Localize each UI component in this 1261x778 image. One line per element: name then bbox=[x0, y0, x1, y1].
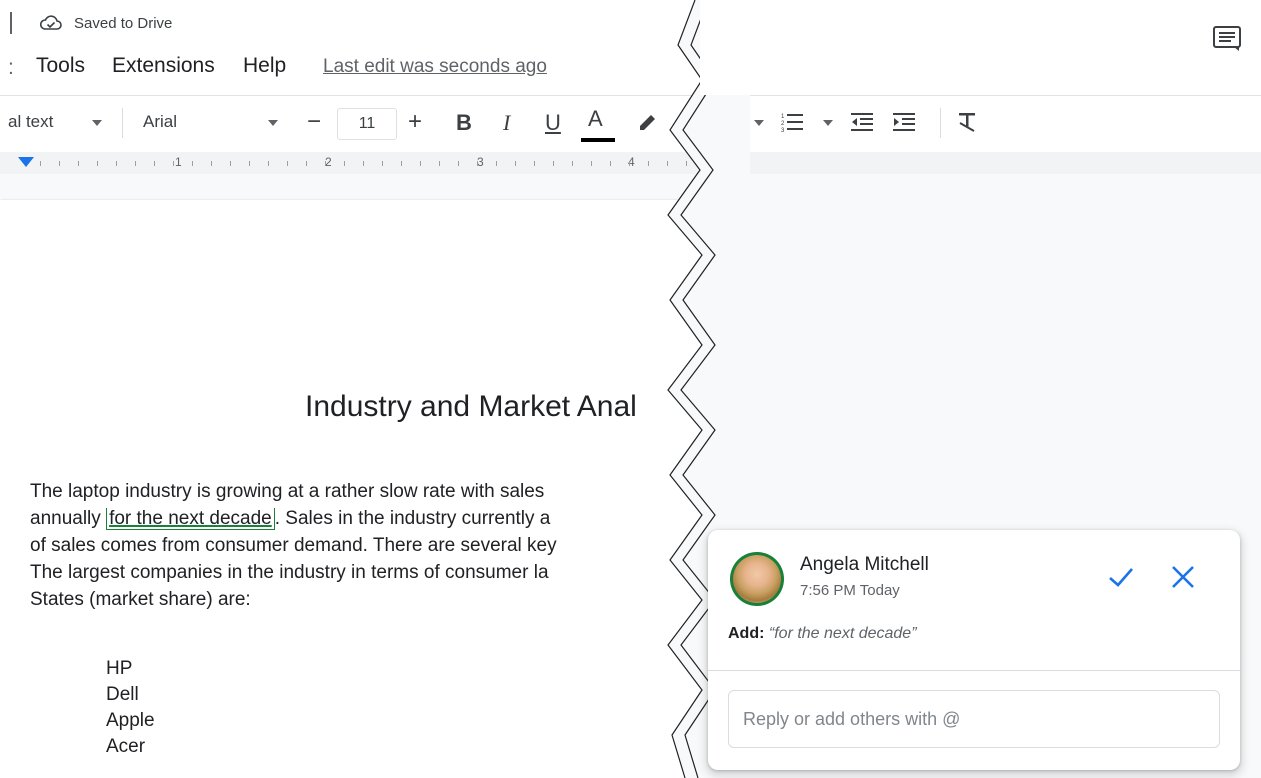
menubar: : Tools Extensions Help Last edit was se… bbox=[0, 48, 700, 88]
cloud-saved-icon[interactable] bbox=[40, 15, 62, 31]
suggestion-action-label: Add: bbox=[728, 625, 765, 642]
ruler-tick bbox=[154, 161, 155, 166]
text-color-swatch bbox=[581, 138, 615, 142]
ruler-tick bbox=[287, 161, 288, 166]
text-color-button[interactable]: A bbox=[588, 106, 603, 132]
ruler-tick bbox=[173, 161, 174, 166]
svg-text:1: 1 bbox=[781, 114, 785, 120]
chevron-down-icon[interactable] bbox=[754, 120, 764, 126]
ruler-tick bbox=[610, 161, 611, 166]
list-item: Apple bbox=[106, 710, 155, 731]
ruler[interactable]: 1 2 3 4 bbox=[0, 152, 1261, 174]
ruler-tick bbox=[116, 161, 117, 166]
ruler-tick bbox=[572, 161, 573, 166]
ruler-tick bbox=[458, 161, 459, 166]
ruler-number: 1 bbox=[175, 155, 182, 169]
ruler-number: 2 bbox=[325, 155, 332, 169]
company-list: HP Dell Apple Acer bbox=[106, 656, 155, 760]
suggestion-description: Add: “for the next decade” bbox=[728, 625, 917, 643]
toolbar-divider bbox=[122, 108, 123, 138]
ruler-tick bbox=[553, 161, 554, 166]
ruler-number: 3 bbox=[477, 155, 484, 169]
ruler-tick bbox=[591, 161, 592, 166]
ruler-tick bbox=[59, 161, 60, 166]
ruler-tick bbox=[496, 161, 497, 166]
formatting-toolbar: al text Arial − 11 + B I U A 1 2 3 bbox=[0, 95, 1261, 151]
paragraph-style-dropdown[interactable]: al text bbox=[8, 112, 53, 132]
ruler-tick bbox=[40, 161, 41, 166]
suggestion-text: “for the next decade” bbox=[768, 625, 917, 642]
ruler-tick bbox=[135, 161, 136, 166]
ruler-tick bbox=[192, 161, 193, 166]
clear-formatting-icon[interactable] bbox=[957, 111, 979, 133]
titlebar: Saved to Drive bbox=[0, 0, 700, 44]
list-item: HP bbox=[106, 658, 133, 679]
last-edit-link[interactable]: Last edit was seconds ago bbox=[323, 56, 547, 78]
paragraph-line: annually for the next decade. Sales in t… bbox=[30, 508, 551, 530]
chevron-down-icon[interactable] bbox=[92, 120, 102, 126]
card-divider bbox=[708, 670, 1240, 671]
chevron-down-icon[interactable] bbox=[268, 120, 278, 126]
comment-author: Angela Mitchell bbox=[800, 554, 929, 575]
ruler-tick bbox=[439, 161, 440, 166]
ruler-tick bbox=[268, 161, 269, 166]
reject-suggestion-close-icon[interactable] bbox=[1170, 564, 1196, 590]
ruler-tick bbox=[401, 161, 402, 166]
ruler-tick bbox=[344, 161, 345, 166]
accept-suggestion-check-icon[interactable] bbox=[1106, 562, 1136, 592]
chevron-down-icon[interactable] bbox=[823, 120, 833, 126]
saved-status: Saved to Drive bbox=[74, 15, 173, 32]
decrease-indent-icon[interactable] bbox=[851, 112, 873, 132]
paragraph-line: The largest companies in the industry in… bbox=[30, 562, 549, 583]
toolbar-divider bbox=[940, 108, 941, 138]
menu-overflow-dots: : bbox=[8, 56, 14, 79]
increase-indent-icon[interactable] bbox=[893, 112, 915, 132]
ruler-tick bbox=[78, 161, 79, 166]
list-item: Dell bbox=[106, 684, 139, 705]
ruler-tick bbox=[629, 161, 630, 166]
ruler-tick bbox=[230, 161, 231, 166]
title-separator bbox=[10, 12, 12, 34]
ruler-tick bbox=[534, 161, 535, 166]
indent-marker[interactable] bbox=[18, 157, 34, 167]
ruler-tick bbox=[211, 161, 212, 166]
underline-button[interactable]: U bbox=[545, 110, 561, 136]
comment-timestamp: 7:56 PM Today bbox=[800, 582, 900, 599]
menu-extensions[interactable]: Extensions bbox=[112, 54, 215, 78]
svg-text:3: 3 bbox=[781, 128, 785, 132]
ruler-tick bbox=[97, 161, 98, 166]
ruler-tick bbox=[306, 161, 307, 166]
paragraph-line: The laptop industry is growing at a rath… bbox=[30, 481, 545, 502]
ruler-tick bbox=[363, 161, 364, 166]
suggestion-card[interactable]: Angela Mitchell 7:56 PM Today Add: “for … bbox=[708, 530, 1240, 770]
ruler-tick bbox=[249, 161, 250, 166]
comments-icon[interactable] bbox=[1213, 26, 1241, 52]
paragraph-line: of sales comes from consumer demand. The… bbox=[30, 535, 557, 556]
italic-button[interactable]: I bbox=[503, 110, 510, 136]
ruler-tick bbox=[477, 161, 478, 166]
reply-input[interactable] bbox=[728, 690, 1220, 748]
ruler-tick bbox=[382, 161, 383, 166]
svg-text:2: 2 bbox=[781, 121, 785, 127]
document-paragraph[interactable]: The laptop industry is growing at a rath… bbox=[30, 478, 670, 613]
avatar-photo bbox=[733, 555, 781, 603]
avatar[interactable] bbox=[730, 552, 784, 606]
suggested-insertion[interactable]: for the next decade bbox=[106, 508, 275, 530]
numbered-list-icon[interactable]: 1 2 3 bbox=[781, 112, 803, 132]
menu-help[interactable]: Help bbox=[243, 54, 286, 78]
font-size-field[interactable]: 11 bbox=[337, 108, 397, 140]
ruler-tick bbox=[325, 161, 326, 166]
increase-font-size-button[interactable]: + bbox=[408, 108, 422, 136]
ruler-tick bbox=[420, 161, 421, 166]
list-item: Acer bbox=[106, 736, 146, 757]
ruler-tick bbox=[515, 161, 516, 166]
paragraph-line: States (market share) are: bbox=[30, 589, 251, 610]
decrease-font-size-button[interactable]: − bbox=[307, 108, 321, 136]
bold-button[interactable]: B bbox=[456, 110, 472, 136]
menu-tools[interactable]: Tools bbox=[36, 54, 85, 78]
font-family-dropdown[interactable]: Arial bbox=[143, 112, 177, 132]
header-right bbox=[700, 0, 1261, 95]
document-heading[interactable]: Industry and Market Anal bbox=[305, 390, 637, 424]
